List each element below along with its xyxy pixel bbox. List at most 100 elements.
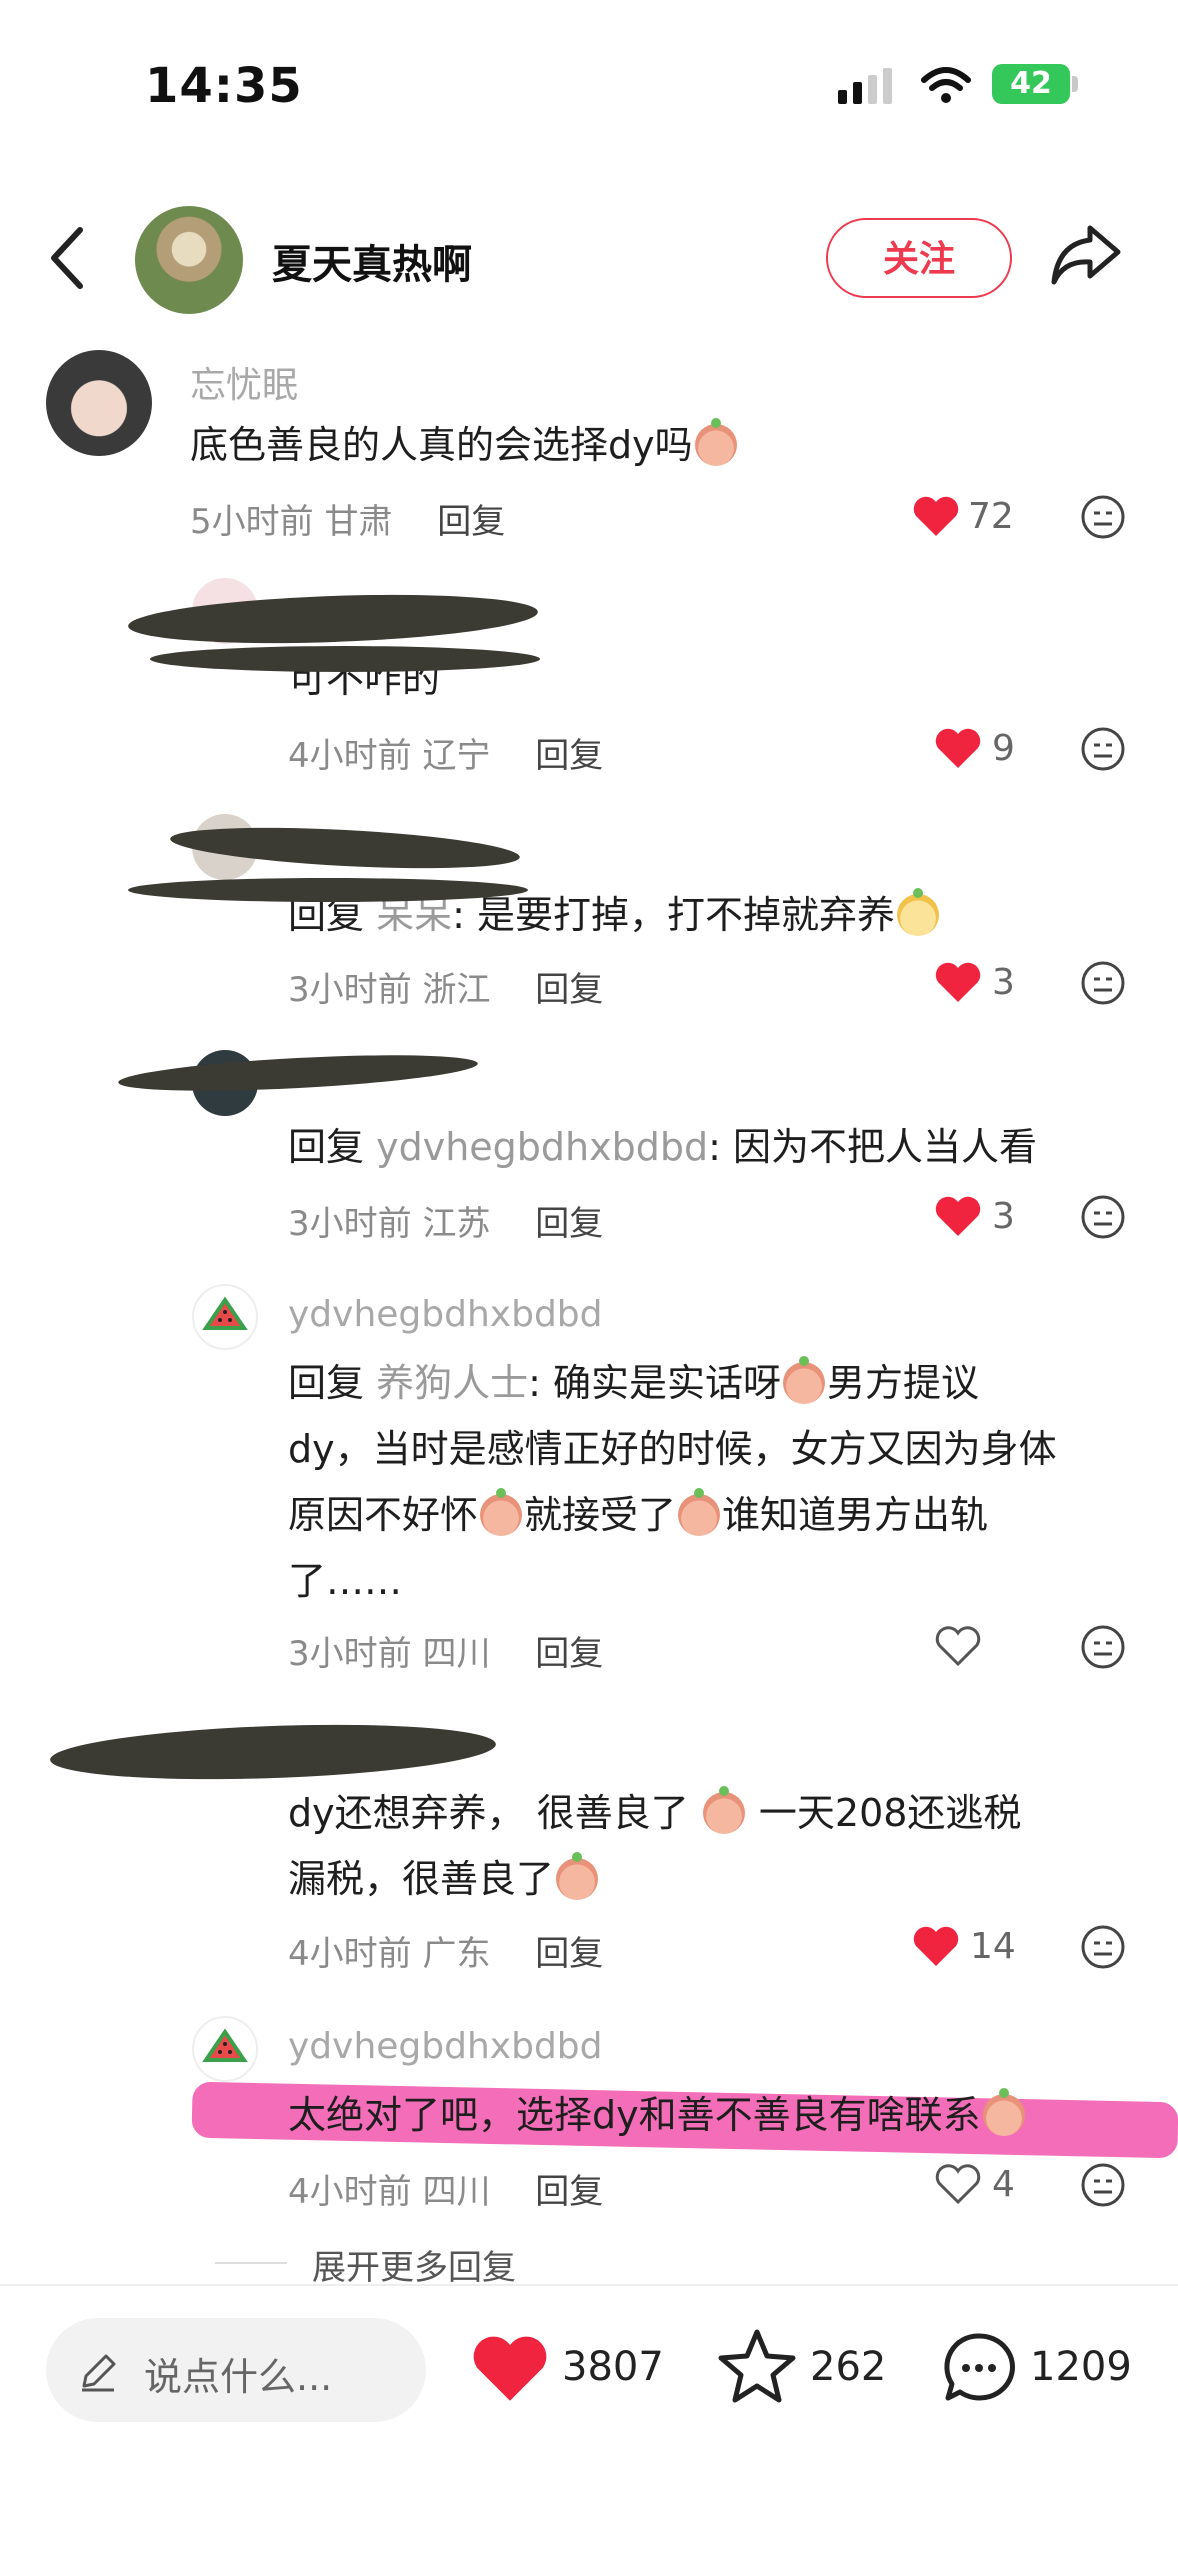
comment-text-content: 一天208还逃税 [758, 1791, 1022, 1835]
comment-location: 四川 [422, 2172, 491, 2212]
comment-username[interactable]: ydvhegbdhxbdbd [288, 2026, 603, 2067]
dislike-face-icon[interactable] [1080, 1624, 1126, 1670]
post-favorite-count: 262 [810, 2344, 887, 2390]
back-chevron-icon[interactable] [48, 226, 88, 290]
watermelon-avatar[interactable] [192, 1284, 258, 1350]
comment-text: 回复 ydvhegbdhxbdbd: 因为不把人当人看 [288, 1114, 1037, 1180]
heart-outline-icon[interactable] [934, 2162, 982, 2206]
redaction-scribble [127, 588, 539, 650]
comment-text-content: : 因为不把人当人看 [708, 1125, 1037, 1169]
star-outline-icon[interactable] [716, 2326, 798, 2406]
like-count: 14 [970, 1926, 1016, 1967]
comment-line-1: 回复 养狗人士: 确实是实话呀 男方提议 [288, 1350, 1148, 1416]
comment-location: 辽宁 [422, 736, 491, 776]
reply-button[interactable]: 回复 [535, 1634, 603, 1674]
reply-button[interactable]: 回复 [535, 2172, 603, 2212]
heart-outline-icon[interactable] [934, 1624, 982, 1668]
dislike-face-icon[interactable] [1080, 726, 1126, 772]
comment-avatar[interactable] [46, 350, 152, 456]
battery-cap [1072, 76, 1078, 92]
reply-button[interactable]: 回复 [535, 970, 603, 1010]
comment-text: dy还想弃养， 很善良了 一天208还逃税 漏税，很善良了 [288, 1780, 1148, 1912]
crying-emoji-icon [694, 418, 737, 466]
comment-text-content: 就接受了 [524, 1493, 677, 1537]
comment-text-content: 男方提议 [827, 1361, 980, 1405]
reply-button[interactable]: 回复 [535, 736, 603, 776]
heart-filled-icon[interactable] [912, 494, 960, 538]
crying-emoji-icon [982, 2088, 1025, 2136]
reply-prefix: 回复 [288, 1125, 365, 1169]
comment-text-content: 原因不好怀 [288, 1493, 479, 1537]
author-avatar[interactable] [135, 206, 243, 314]
crying-emoji-icon [556, 1852, 599, 1900]
comment-line-4: 了…… [288, 1559, 403, 1603]
expand-divider [215, 2262, 287, 2264]
dislike-face-icon[interactable] [1080, 494, 1126, 540]
comment-time: 4小时前 [288, 736, 412, 776]
heart-filled-icon[interactable] [912, 1924, 960, 1968]
like-count: 9 [992, 728, 1015, 769]
crying-emoji-icon [480, 1488, 523, 1536]
heart-filled-icon[interactable] [934, 1194, 982, 1238]
battery-indicator: 42 [992, 64, 1070, 104]
pencil-icon [82, 2354, 116, 2392]
comment-username[interactable]: ydvhegbdhxbdbd [288, 1294, 603, 1335]
heart-filled-icon[interactable] [934, 726, 982, 770]
reply-target-name[interactable]: 养狗人士 [376, 1361, 528, 1405]
comment-meta: 4小时前 辽宁 回复 [288, 728, 603, 777]
comment-text: 太绝对了吧，选择dy和善不善良有啥联系 [288, 2082, 1027, 2148]
crying-emoji-icon [783, 1356, 826, 1404]
comment-time: 3小时前 [288, 1634, 412, 1674]
bottom-divider [0, 2284, 1178, 2286]
comment-meta: 3小时前 浙江 回复 [288, 962, 603, 1011]
dog-emoji-icon [897, 888, 940, 936]
heart-filled-icon[interactable] [934, 960, 982, 1004]
heart-filled-icon[interactable] [470, 2332, 550, 2404]
comment-location: 广东 [422, 1934, 491, 1974]
comment-line-1: dy还想弃养， 很善良了 一天208还逃税 [288, 1780, 1148, 1846]
comment-text-content: 底色善良的人真的会选择dy吗 [190, 423, 693, 467]
redaction-scribble [150, 646, 540, 672]
reply-target-name[interactable]: ydvhegbdhxbdbd [376, 1125, 708, 1169]
reply-prefix: 回复 [288, 1361, 365, 1405]
comment-bubble-icon[interactable] [940, 2330, 1018, 2404]
comment-line-2: dy，当时是感情正好的时候，女方又因为身体 [288, 1427, 1057, 1471]
author-name[interactable]: 夏天真热啊 [272, 232, 472, 290]
comment-text: 底色善良的人真的会选择dy吗 [190, 412, 739, 478]
comment-time: 4小时前 [288, 1934, 412, 1974]
comment-line-2: 漏税，很善良了 [288, 1846, 1148, 1912]
comment-text-content: 漏税，很善良了 [288, 1857, 555, 1901]
comment-username[interactable]: 忘忧眠 [190, 356, 298, 408]
watermelon-avatar[interactable] [192, 2016, 258, 2082]
comment-meta: 4小时前 广东 回复 [288, 1926, 603, 1975]
comment-text: 回复 养狗人士: 确实是实话呀 男方提议 dy，当时是感情正好的时候，女方又因为身… [288, 1350, 1148, 1614]
redaction-scribble [128, 878, 528, 902]
dislike-face-icon[interactable] [1080, 1924, 1126, 1970]
comment-meta: 5小时前 甘肃 回复 [190, 494, 505, 543]
comment-location: 四川 [422, 1634, 491, 1674]
comment-meta: 3小时前 四川 回复 [288, 1626, 603, 1675]
reply-button[interactable]: 回复 [535, 1204, 603, 1244]
expand-more-replies[interactable]: 展开更多回复 [312, 2240, 516, 2289]
comment-time: 4小时前 [288, 2172, 412, 2212]
cellular-signal-icon [838, 68, 892, 104]
comment-text-content: dy还想弃养， 很善良了 [288, 1791, 689, 1835]
post-comment-count: 1209 [1030, 2344, 1132, 2390]
comment-text-content: : 是要打掉，打不掉就弃养 [452, 893, 896, 937]
comment-location: 江苏 [422, 1204, 491, 1244]
like-count: 4 [992, 2164, 1015, 2205]
comment-location: 浙江 [422, 970, 491, 1010]
comment-line-3: 原因不好怀 就接受了 谁知道男方出轨 [288, 1482, 1148, 1548]
follow-button[interactable]: 关注 [826, 218, 1012, 298]
reply-button[interactable]: 回复 [535, 1934, 603, 1974]
comment-text-content: 太绝对了吧，选择dy和善不善良有啥联系 [288, 2093, 981, 2137]
crying-emoji-icon [702, 1786, 745, 1834]
post-like-count: 3807 [562, 2344, 664, 2390]
comment-location: 甘肃 [324, 502, 393, 542]
reply-button[interactable]: 回复 [437, 502, 505, 542]
dislike-face-icon[interactable] [1080, 2162, 1126, 2208]
share-icon[interactable] [1050, 222, 1122, 286]
dislike-face-icon[interactable] [1080, 1194, 1126, 1240]
comment-text-content: 谁知道男方出轨 [722, 1493, 989, 1537]
dislike-face-icon[interactable] [1080, 960, 1126, 1006]
